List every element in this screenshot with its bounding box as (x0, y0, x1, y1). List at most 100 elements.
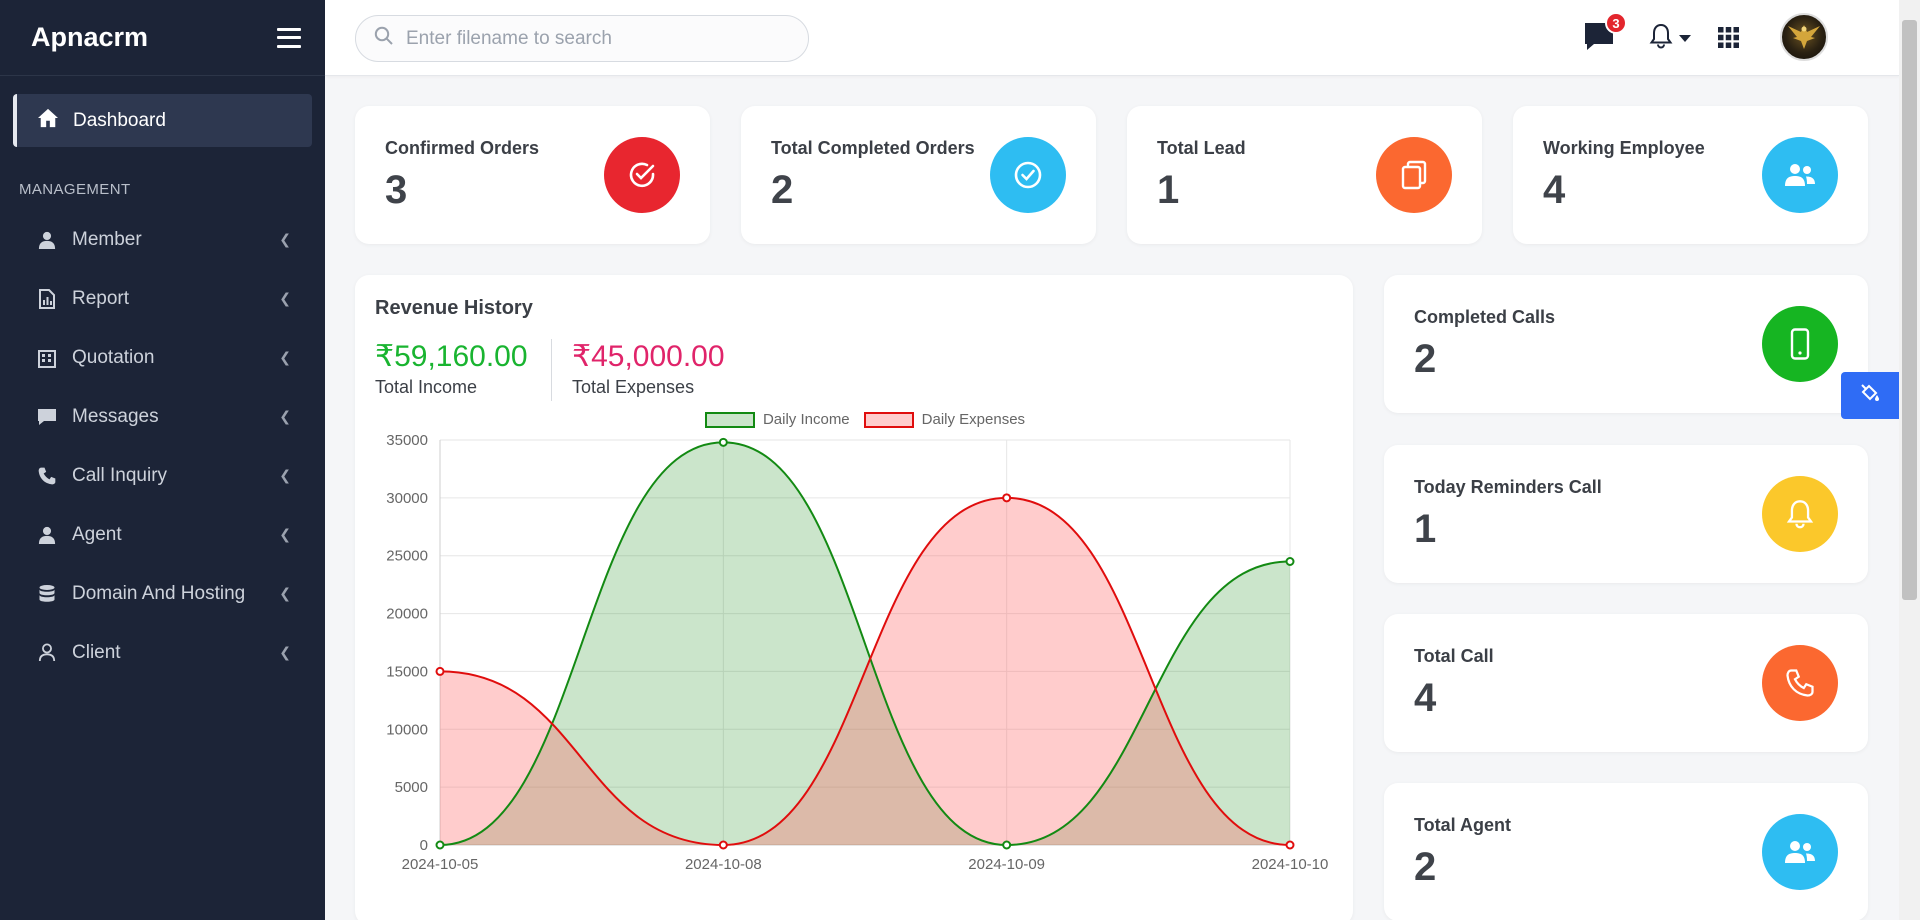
y-tick-label: 15000 (386, 663, 428, 680)
chevron-left-icon: ❮ (279, 231, 291, 247)
data-point (718, 840, 728, 850)
search-icon (374, 26, 394, 51)
stat-title: Total Agent (1414, 815, 1511, 835)
sidebar-item-label: Member (72, 228, 142, 250)
stat-card-total-call: Total Call 4 (1384, 614, 1868, 752)
messages-button[interactable]: 3 (1583, 12, 1627, 57)
copy-icon (1376, 137, 1452, 213)
sidebar-item-domain-and-hosting[interactable]: Domain And Hosting ❮ (0, 564, 325, 623)
chevron-left-icon: ❮ (279, 467, 291, 483)
y-tick-label: 0 (420, 837, 428, 854)
chevron-left-icon: ❮ (279, 349, 291, 365)
brand-bar: Apnacrm (0, 0, 325, 76)
sidebar-item-label: Report (72, 287, 130, 309)
user-icon (36, 526, 58, 544)
phone-icon (1762, 645, 1838, 721)
x-tick-label: 2024-10-08 (685, 856, 762, 873)
stat-value: 2 (1414, 337, 1437, 381)
search-input[interactable] (406, 27, 786, 50)
stat-card-confirmed-orders: Confirmed Orders 3 (355, 106, 710, 244)
home-icon (37, 108, 59, 134)
bell-icon (1762, 476, 1838, 552)
sidebar-item-dashboard[interactable]: Dashboard (13, 94, 312, 147)
sidebar-item-label: Messages (72, 405, 159, 427)
stat-card-total-agent: Total Agent 2 (1384, 783, 1868, 920)
data-point (1285, 840, 1295, 850)
scrollbar-thumb[interactable] (1902, 20, 1917, 600)
x-tick-label: 2024-10-09 (968, 856, 1045, 873)
sidebar-item-label: Domain And Hosting (72, 582, 246, 604)
stat-value: 4 (1543, 168, 1566, 212)
users-icon (1762, 137, 1838, 213)
building-icon (36, 348, 58, 368)
avatar[interactable] (1780, 13, 1828, 61)
grid-icon (1718, 27, 1739, 53)
sidebar-item-member[interactable]: Member ❮ (0, 210, 325, 269)
caret-down-icon (1679, 30, 1691, 48)
revenue-chart: 0 5000 10000 15000 20000 25000 30000 35000 2024-… (386, 432, 1328, 873)
section-title: MANAGEMENT (19, 181, 131, 198)
stat-title: Completed Calls (1414, 307, 1556, 327)
topbar-actions: 3 (1540, 0, 1900, 76)
stat-card-total-lead: Total Lead 1 (1127, 106, 1482, 244)
stat-value: 1 (1414, 507, 1437, 551)
sidebar-item-client[interactable]: Client ❮ (0, 623, 325, 682)
stat-title: Total Lead (1157, 138, 1246, 158)
stat-card-today-reminders-call: Today Reminders Call 1 (1384, 445, 1868, 583)
sidebar-item-report[interactable]: Report ❮ (0, 269, 325, 328)
report-icon (36, 288, 58, 309)
data-point (718, 437, 728, 447)
stat-card-completed-calls: Completed Calls 2 (1384, 275, 1868, 413)
data-point (435, 666, 445, 676)
stat-title: Working Employee (1543, 138, 1705, 158)
chevron-left-icon: ❮ (279, 644, 291, 660)
y-tick-label: 10000 (386, 721, 428, 738)
chevron-left-icon: ❮ (279, 526, 291, 542)
stat-title: Confirmed Orders (385, 138, 540, 158)
theme-customizer-button[interactable] (1841, 372, 1899, 419)
sidebar-item-label: Quotation (72, 346, 155, 368)
apps-button[interactable] (1718, 27, 1739, 53)
sidebar-item-messages[interactable]: Messages ❮ (0, 387, 325, 446)
sidebar-item-label: Call Inquiry (72, 464, 168, 486)
topbar: 3 (325, 0, 1900, 76)
revenue-history-card: Revenue History ₹59,160.00 Total Income … (355, 275, 1353, 920)
notifications-button[interactable] (1649, 23, 1691, 54)
chevron-left-icon: ❮ (279, 290, 291, 306)
sidebar-item-quotation[interactable]: Quotation ❮ (0, 328, 325, 387)
sidebar: Apnacrm Dashboard MANAGEMENT Member ❮ Re… (0, 0, 325, 920)
sidebar-item-label: Client (72, 641, 121, 663)
sidebar-item-agent[interactable]: Agent ❮ (0, 505, 325, 564)
messages-badge: 3 (1605, 12, 1627, 34)
stat-value: 2 (1414, 845, 1437, 889)
stat-title: Total Completed Orders (771, 138, 975, 158)
eagle-logo-icon (1787, 20, 1821, 55)
user-icon (36, 231, 58, 249)
check-circle-icon (990, 137, 1066, 213)
message-icon (36, 408, 58, 426)
stat-value: 3 (385, 168, 408, 212)
stat-card-working-employee: Working Employee 4 (1513, 106, 1868, 244)
brand-name: Apnacrm (31, 22, 149, 52)
stat-value: 1 (1157, 168, 1180, 212)
y-tick-label: 5000 (395, 779, 428, 796)
data-point (1002, 840, 1012, 850)
y-tick-label: 25000 (386, 548, 428, 565)
chevron-left-icon: ❮ (279, 585, 291, 601)
stat-card-total-completed-orders: Total Completed Orders 2 (741, 106, 1096, 244)
y-tick-label: 35000 (386, 432, 428, 449)
search-box (355, 15, 809, 62)
stat-title: Today Reminders Call (1414, 477, 1602, 497)
page-scrollbar[interactable] (1899, 0, 1920, 920)
paint-bucket-icon (1860, 383, 1880, 408)
data-point (435, 840, 445, 850)
sidebar-item-label: Agent (72, 523, 122, 545)
stat-title: Total Call (1414, 646, 1494, 666)
bell-icon (1649, 23, 1673, 54)
stat-value: 4 (1414, 676, 1437, 720)
user-outline-icon (36, 643, 58, 662)
x-tick-label: 2024-10-05 (402, 856, 479, 873)
phone-icon (36, 466, 58, 486)
sidebar-item-call-inquiry[interactable]: Call Inquiry ❮ (0, 446, 325, 505)
menu-toggle-icon[interactable] (277, 27, 301, 48)
